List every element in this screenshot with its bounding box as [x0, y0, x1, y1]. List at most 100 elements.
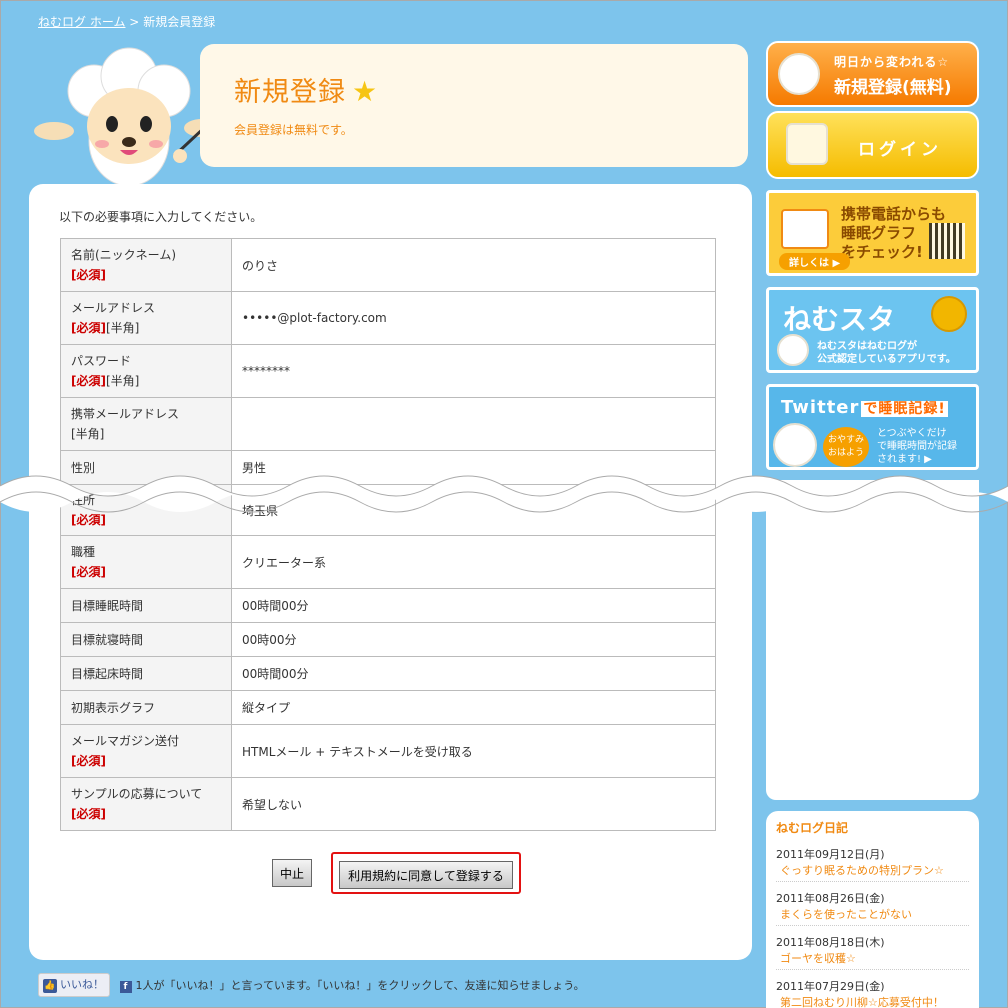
registration-panel: 以下の必要事項に入力してください。 名前(ニックネーム) [必須] のりさ メールアド…	[29, 184, 752, 960]
field-value: 00時間00分	[242, 667, 309, 681]
nemusta-title: ねむスタ	[783, 303, 896, 336]
required-badge: [必須]	[71, 374, 106, 388]
required-badge: [必須]	[71, 268, 106, 282]
cancel-button[interactable]: 中止	[272, 859, 313, 887]
form-row: パスワード [必須][半角] ********	[60, 344, 716, 398]
field-value: •••••@plot-factory.com	[242, 311, 387, 325]
form-row: 名前(ニックネーム) [必須] のりさ	[60, 238, 716, 292]
sheep-mascot-icon	[34, 47, 221, 186]
form-row-value[interactable]: 00時00分	[231, 622, 716, 657]
halfwidth-note: [半角]	[105, 374, 140, 388]
diary-date: 2011年07月29日(金)	[776, 980, 885, 993]
login-button[interactable]: ログイン	[766, 111, 979, 179]
registration-table: 名前(ニックネーム) [必須] のりさ メールアドレス [必須][半角] •••••@pl…	[60, 238, 716, 831]
field-label: 目標睡眠時間	[71, 598, 144, 613]
mobile-banner-more-link[interactable]: 詳しくは ▶	[779, 253, 851, 270]
agree-and-register-button[interactable]: 利用規約に同意して登録する	[339, 861, 513, 889]
halfwidth-note: [半角]	[71, 427, 105, 441]
form-row-label: サンプルの応募について [必須]	[60, 777, 232, 831]
form-row-value[interactable]: 縦タイプ	[231, 690, 716, 725]
breadcrumb: ねむログ ホーム > 新規会員登録	[38, 13, 215, 30]
form-row-value[interactable]: 00時間00分	[231, 588, 716, 623]
page-title-text: 新規登録	[234, 77, 346, 108]
form-row-label: パスワード [必須][半角]	[60, 344, 232, 398]
field-value: HTMLメール + テキストメールを受け取る	[242, 744, 473, 759]
diary-panel: ねむログ日記 2011年09月12日(月) ぐっすり眠るための特別プラン☆ 2011…	[766, 811, 979, 1008]
diary-link[interactable]: 第二回ねむり川柳☆応募受付中！	[776, 994, 969, 1008]
register-free-button[interactable]: 明日から変われる☆ 新規登録(無料)	[766, 41, 979, 107]
form-row: 目標睡眠時間 00時間00分	[60, 588, 716, 623]
submit-button-highlight: 利用規約に同意して登録する	[331, 852, 521, 894]
diary-link[interactable]: ぐっすり眠るための特別プラン☆	[776, 862, 969, 878]
like-message: 1人が「いいね！」と言っています。「いいね！」をクリックして、友達に知らせましょ…	[135, 979, 585, 992]
form-row-value[interactable]: ********	[231, 344, 716, 398]
diary-entry: 2011年07月29日(金) 第二回ねむり川柳☆応募受付中！	[776, 978, 969, 1008]
form-row-label: 職種 [必須]	[60, 535, 232, 589]
login-label: ログイン	[858, 140, 942, 160]
qr-code-icon	[929, 223, 965, 259]
nemusta-banner[interactable]: ねむスタ ねむスタはねむログが 公式認定しているアプリです。	[766, 287, 979, 373]
diary-list: 2011年09月12日(月) ぐっすり眠るための特別プラン☆ 2011年08月26日…	[776, 846, 969, 1008]
required-badge: [必須]	[71, 321, 106, 335]
field-value: クリエーター系	[242, 555, 327, 570]
diary-date: 2011年09月12日(月)	[776, 848, 885, 861]
form-row-label: 目標起床時間	[60, 656, 232, 691]
form-row-value[interactable]: クリエーター系	[231, 535, 716, 589]
page-subtitle: 会員登録は無料です。	[234, 123, 353, 137]
form-row: 目標起床時間 00時間00分	[60, 656, 716, 691]
halfwidth-note: [半角]	[105, 321, 140, 335]
like-button[interactable]: 👍 いいね！	[38, 973, 110, 997]
diary-heading: ねむログ日記	[776, 821, 849, 835]
nemusta-subtitle: ねむスタはねむログが 公式認定しているアプリです。	[817, 341, 956, 365]
form-row-value[interactable]: のりさ	[231, 238, 716, 292]
form-row-value[interactable]: HTMLメール + テキストメールを受け取る	[231, 724, 716, 778]
field-value: 00時間00分	[242, 599, 309, 613]
field-value: ********	[242, 364, 290, 378]
form-buttons: 中止 利用規約に同意して登録する	[272, 852, 572, 894]
door-sheep-icon	[786, 123, 828, 165]
facebook-icon: f	[119, 981, 132, 993]
like-count-text: f 1人が「いいね！」と言っています。「いいね！」をクリックして、友達に知らせまし…	[119, 977, 585, 993]
form-row-value[interactable]: 希望しない	[231, 777, 716, 831]
form-row-label: 目標睡眠時間	[60, 588, 232, 623]
form-row: メールアドレス [必須][半角] •••••@plot-factory.com	[60, 291, 716, 345]
form-row-label: 携帯メールアドレス [半角]	[60, 397, 232, 451]
form-row-label: 初期表示グラフ	[60, 690, 232, 725]
form-row: 携帯メールアドレス [半角]	[60, 397, 716, 451]
required-badge: [必須]	[71, 754, 106, 768]
sheep-face-icon	[778, 53, 820, 95]
page-title: 新規登録 ★	[234, 70, 378, 109]
required-badge: [必須]	[71, 807, 106, 821]
register-label: 新規登録(無料)	[834, 78, 952, 98]
mobile-graph-banner[interactable]: 携帯電話からも 睡眠グラフ をチェック! 詳しくは ▶	[766, 190, 979, 276]
breadcrumb-home-link[interactable]: ねむログ ホーム	[38, 15, 125, 29]
field-value: 00時00分	[242, 633, 297, 647]
diary-link[interactable]: ゴーヤを収穫☆	[776, 950, 969, 966]
form-row-value[interactable]: •••••@plot-factory.com	[231, 291, 716, 345]
sheep-face-icon	[777, 334, 809, 366]
field-label: 目標起床時間	[71, 666, 144, 681]
form-row-value[interactable]	[231, 397, 716, 451]
field-value: 希望しない	[242, 797, 303, 812]
diary-date: 2011年08月18日(木)	[776, 936, 885, 949]
breadcrumb-separator: >	[129, 15, 140, 29]
twitter-title: Twitter で睡眠記録!	[781, 397, 948, 418]
field-label: メールマガジン送付	[71, 734, 180, 748]
form-row: 初期表示グラフ 縦タイプ	[60, 690, 716, 725]
form-row-label: メールアドレス [必須][半角]	[60, 291, 232, 345]
diary-entry: 2011年09月12日(月) ぐっすり眠るための特別プラン☆	[776, 846, 969, 882]
thumbs-up-icon: 👍	[43, 979, 57, 993]
field-label: サンプルの応募について	[71, 787, 203, 801]
coin-icon	[931, 296, 967, 332]
form-row: 目標就寝時間 00時00分	[60, 622, 716, 657]
field-label: 初期表示グラフ	[71, 700, 156, 715]
diary-entry: 2011年08月26日(金) まくらを使ったことがない	[776, 890, 969, 926]
diary-link[interactable]: まくらを使ったことがない	[776, 906, 969, 922]
sidebar-blank-area	[766, 480, 979, 800]
like-button-label: いいね！	[60, 978, 104, 991]
form-intro: 以下の必要事項に入力してください。	[59, 210, 263, 224]
phone-icon	[781, 209, 829, 249]
form-row-value[interactable]: 00時間00分	[231, 656, 716, 691]
form-row: 職種 [必須] クリエーター系	[60, 535, 716, 589]
star-icon: ★	[352, 75, 379, 108]
